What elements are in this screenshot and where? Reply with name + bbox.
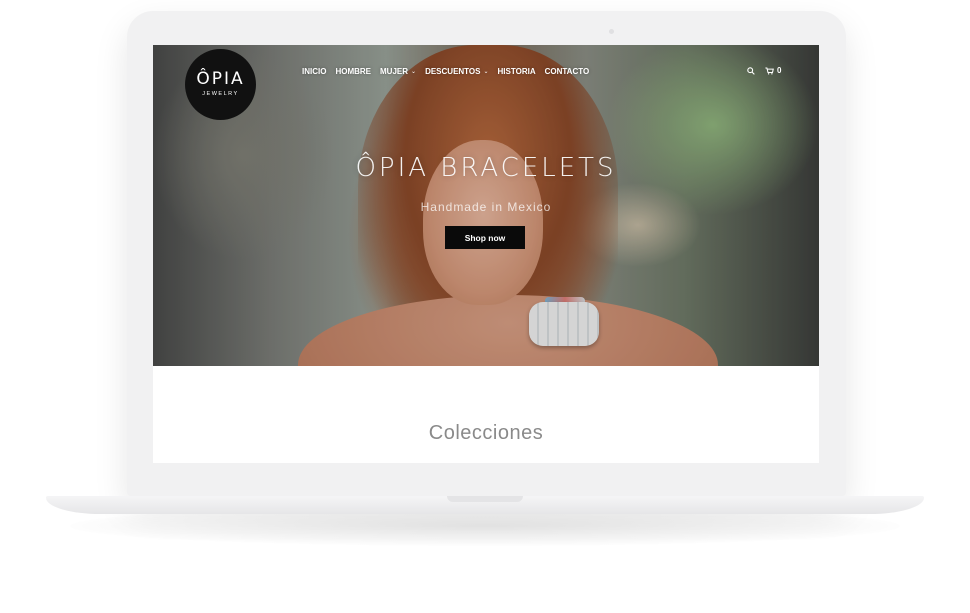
brand-logo[interactable]: ÔPIA JEWELRY: [185, 49, 256, 120]
search-button[interactable]: [747, 66, 755, 75]
chevron-down-icon: ⌄: [411, 69, 417, 75]
laptop-notch: [447, 496, 523, 502]
logo-tagline: JEWELRY: [202, 91, 239, 97]
hero-banner: ÔPIA JEWELRY INICIO HOMBRE MUJER ⌄ DESCU…: [153, 45, 819, 366]
cart-button[interactable]: 0: [765, 66, 781, 75]
nav-item-descuentos[interactable]: DESCUENTOS ⌄: [425, 67, 488, 76]
website-screen: ÔPIA JEWELRY INICIO HOMBRE MUJER ⌄ DESCU…: [153, 45, 819, 463]
cart-icon: [765, 66, 774, 75]
laptop-mockup: ÔPIA JEWELRY INICIO HOMBRE MUJER ⌄ DESCU…: [0, 0, 970, 613]
chevron-down-icon: ⌄: [483, 69, 489, 75]
hero-subtitle: Handmade in Mexico: [420, 200, 552, 214]
nav-item-historia[interactable]: HISTORIA: [498, 67, 536, 76]
nav-item-mujer[interactable]: MUJER ⌄: [380, 67, 416, 76]
search-icon: [747, 66, 755, 75]
nav-item-hombre[interactable]: HOMBRE: [335, 67, 371, 76]
main-nav: INICIO HOMBRE MUJER ⌄ DESCUENTOS ⌄ HISTO…: [302, 67, 589, 76]
nav-item-label: HOMBRE: [335, 67, 372, 76]
nav-item-label: HISTORIA: [497, 67, 536, 76]
logo-wordmark: ÔPIA: [196, 69, 245, 89]
cart-count: 0: [777, 66, 782, 75]
hero-title: ÔPIA BRACELETS: [355, 153, 617, 183]
nav-item-inicio[interactable]: INICIO: [302, 67, 326, 76]
nav-item-label: INICIO: [302, 67, 327, 76]
nav-item-label: MUJER: [380, 67, 409, 76]
shop-now-button[interactable]: Shop now: [445, 226, 525, 249]
header-actions: 0: [747, 66, 781, 75]
laptop-base: [46, 496, 924, 514]
nav-item-label: DESCUENTOS: [425, 67, 481, 76]
nav-item-contacto[interactable]: CONTACTO: [545, 67, 590, 76]
camera-dot: [609, 29, 614, 34]
nav-item-label: CONTACTO: [544, 67, 590, 76]
collections-heading: Colecciones: [428, 421, 544, 444]
